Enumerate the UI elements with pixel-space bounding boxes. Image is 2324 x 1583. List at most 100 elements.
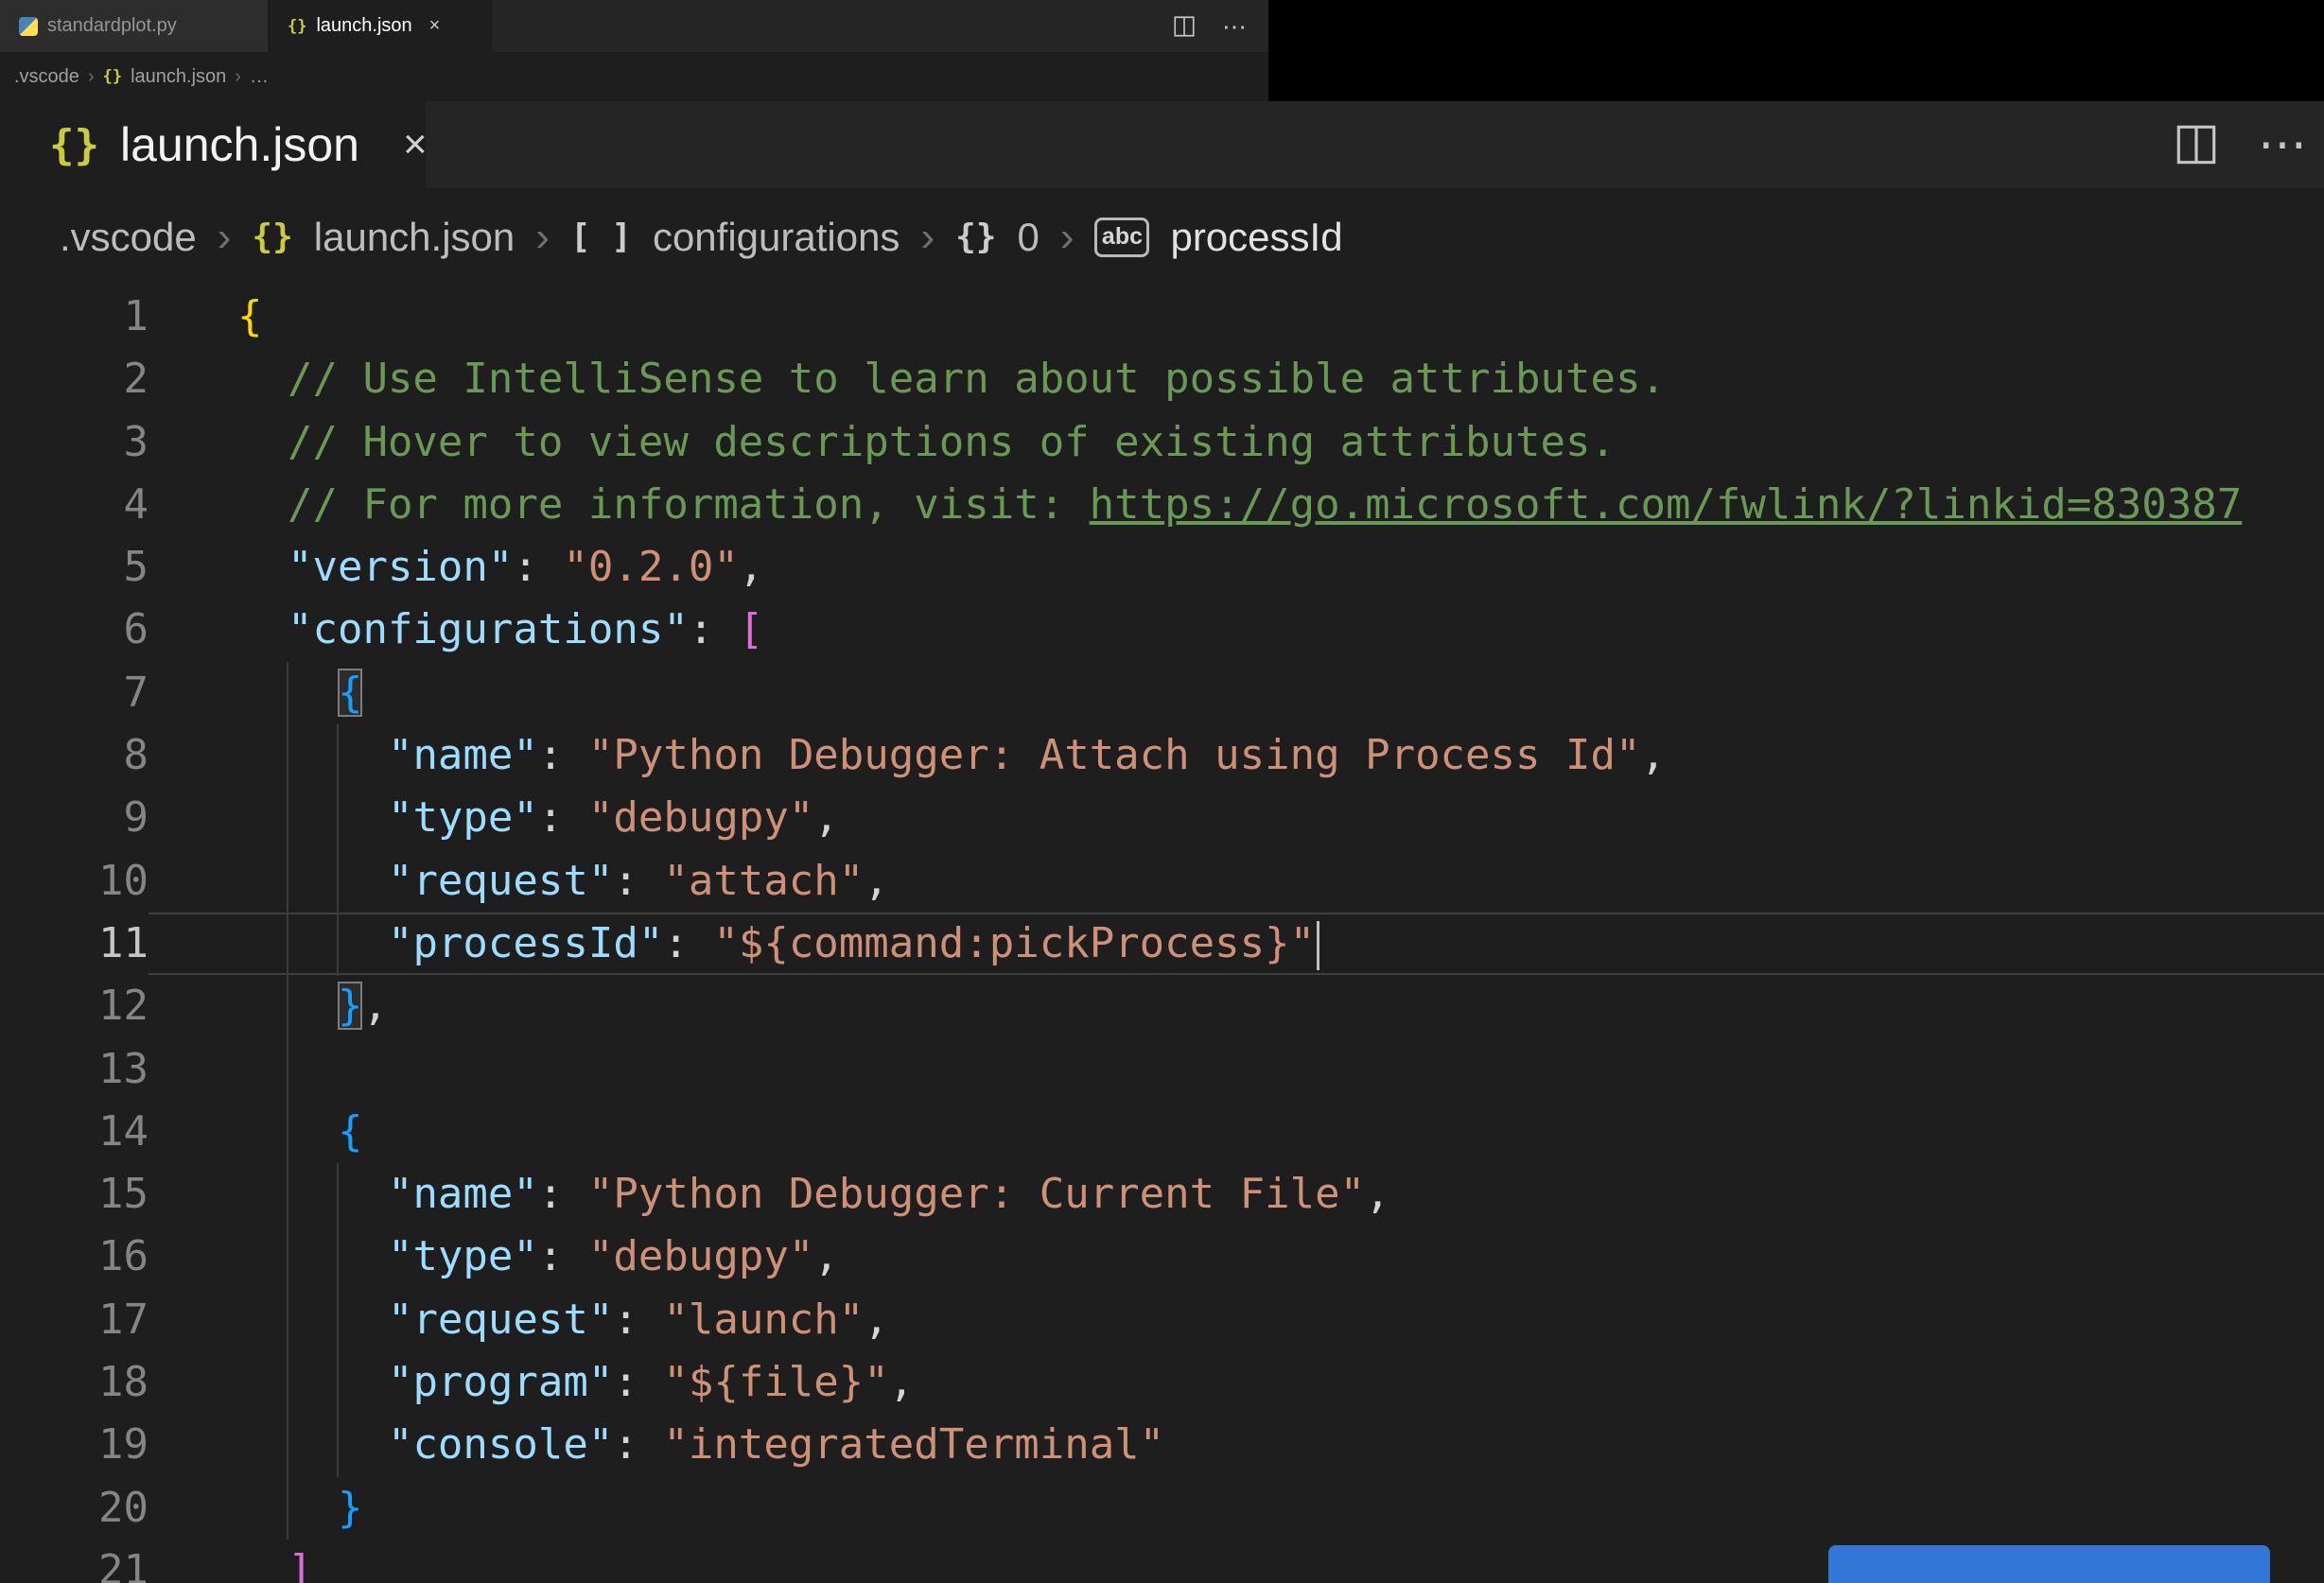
line-number[interactable]: 9 xyxy=(0,787,149,849)
breadcrumb-item-launch-json[interactable]: launch.json xyxy=(314,215,515,260)
code-text: "request": "attach", xyxy=(387,856,889,905)
array-symbol-icon: [ ] xyxy=(569,217,632,256)
code-text: // Use IntelliSense to learn about possi… xyxy=(287,355,1666,404)
tab-launch-json-large[interactable]: {} launch.json × xyxy=(0,101,428,188)
more-actions-icon[interactable]: ⋯ xyxy=(2258,120,2307,169)
tab-label: standardplot.py xyxy=(47,15,177,36)
split-editor-icon[interactable] xyxy=(1173,15,1196,38)
tab-launch-json[interactable]: {} launch.json × xyxy=(269,0,492,52)
code-text: "type": "debugpy", xyxy=(387,1232,839,1281)
code-text: } xyxy=(337,1483,363,1532)
object-symbol-icon: {} xyxy=(955,217,997,256)
code-line-17[interactable]: 17 "request": "launch", xyxy=(0,1289,2324,1351)
json-braces-icon: {} xyxy=(102,67,123,86)
editor-tab-bar: {} launch.json × ⋯ xyxy=(0,101,2324,188)
line-number[interactable]: 4 xyxy=(0,474,149,536)
code-text: "processId": "${command:pickProcess}" xyxy=(149,913,2324,975)
native-tab-bar: standardplot.py {} launch.json × xyxy=(0,0,1268,52)
empty-black-region xyxy=(1268,0,2324,101)
code-line-2[interactable]: 2 // Use IntelliSense to learn about pos… xyxy=(0,348,2324,410)
editor-actions: ⋯ xyxy=(2175,101,2307,188)
breadcrumb-item-vscode[interactable]: .vscode xyxy=(60,215,197,260)
split-editor-icon[interactable] xyxy=(2175,123,2218,166)
code-text xyxy=(149,1038,2324,1101)
chevron-right-icon: › xyxy=(87,65,95,87)
code-line-7[interactable]: 7 { xyxy=(0,662,2324,724)
code-text: "console": "integratedTerminal" xyxy=(387,1420,1165,1470)
line-number[interactable]: 21 xyxy=(0,1540,149,1583)
add-configuration-button[interactable] xyxy=(1828,1545,2270,1583)
line-number[interactable]: 20 xyxy=(0,1477,149,1540)
breadcrumb-item-configurations[interactable]: configurations xyxy=(653,215,900,260)
line-number[interactable]: 3 xyxy=(0,411,149,474)
code-line-1[interactable]: 1{ xyxy=(0,286,2324,348)
chevron-right-icon: › xyxy=(217,213,232,260)
code-line-10[interactable]: 10 "request": "attach", xyxy=(0,850,2324,913)
code-text: "request": "launch", xyxy=(387,1295,889,1344)
code-line-4[interactable]: 4 // For more information, visit: https:… xyxy=(0,474,2324,536)
code-text: "name": "Python Debugger: Attach using P… xyxy=(387,731,1666,780)
code-text: { xyxy=(337,1106,363,1156)
breadcrumb-item-vscode[interactable]: .vscode xyxy=(14,66,79,88)
close-icon[interactable]: × xyxy=(429,15,441,37)
code-line-19[interactable]: 19 "console": "integratedTerminal" xyxy=(0,1414,2324,1476)
line-number[interactable]: 2 xyxy=(0,348,149,410)
code-line-3[interactable]: 3 // Hover to view descriptions of exist… xyxy=(0,411,2324,474)
breadcrumb-item-processid[interactable]: processId xyxy=(1170,215,1342,260)
close-icon[interactable]: × xyxy=(403,121,428,168)
code-line-14[interactable]: 14 { xyxy=(0,1101,2324,1163)
chevron-right-icon: › xyxy=(920,213,935,260)
line-number[interactable]: 5 xyxy=(0,536,149,599)
chevron-right-icon: › xyxy=(1059,213,1075,260)
code-line-11[interactable]: 11 "processId": "${command:pickProcess}" xyxy=(0,912,2324,976)
code-line-15[interactable]: 15 "name": "Python Debugger: Current Fil… xyxy=(0,1163,2324,1226)
code-line-16[interactable]: 16 "type": "debugpy", xyxy=(0,1226,2324,1288)
vscode-window: standardplot.py {} launch.json × ⋯ .vsco… xyxy=(0,0,2324,1583)
code-line-6[interactable]: 6 "configurations": [ xyxy=(0,599,2324,661)
code-lines: 1{2 // Use IntelliSense to learn about p… xyxy=(0,286,2324,1583)
breadcrumb-item-0[interactable]: 0 xyxy=(1017,215,1039,260)
tab-label: launch.json xyxy=(119,118,359,171)
code-line-8[interactable]: 8 "name": "Python Debugger: Attach using… xyxy=(0,724,2324,787)
line-number[interactable]: 1 xyxy=(0,286,149,348)
code-text: // Hover to view descriptions of existin… xyxy=(287,417,1616,466)
line-number[interactable]: 11 xyxy=(0,913,149,975)
code-text: "version": "0.2.0", xyxy=(287,543,764,592)
code-line-12[interactable]: 12 }, xyxy=(0,975,2324,1037)
line-number[interactable]: 8 xyxy=(0,724,149,787)
line-number[interactable]: 18 xyxy=(0,1351,149,1414)
chevron-right-icon: › xyxy=(535,213,550,260)
native-breadcrumb: .vscode › {} launch.json › … xyxy=(0,52,1268,101)
code-line-13[interactable]: 13 xyxy=(0,1038,2324,1101)
line-number[interactable]: 15 xyxy=(0,1163,149,1226)
code-text: { xyxy=(337,668,363,717)
tab-label: launch.json xyxy=(316,15,412,36)
code-line-5[interactable]: 5 "version": "0.2.0", xyxy=(0,536,2324,599)
line-number[interactable]: 19 xyxy=(0,1414,149,1476)
json-braces-icon: {} xyxy=(49,120,99,169)
line-number[interactable]: 13 xyxy=(0,1038,149,1101)
code-text: }, xyxy=(337,982,388,1031)
text-cursor xyxy=(1317,920,1320,970)
code-text: "configurations": [ xyxy=(287,605,764,654)
code-line-9[interactable]: 9 "type": "debugpy", xyxy=(0,787,2324,849)
tab-standardplot-py[interactable]: standardplot.py xyxy=(0,0,269,52)
json-braces-icon: {} xyxy=(252,217,293,256)
line-number[interactable]: 10 xyxy=(0,850,149,913)
line-number[interactable]: 6 xyxy=(0,599,149,661)
code-text: // For more information, visit: https://… xyxy=(287,479,2243,529)
native-editor-actions: ⋯ xyxy=(1173,0,1247,52)
line-number[interactable]: 12 xyxy=(0,975,149,1037)
code-line-20[interactable]: 20 } xyxy=(0,1477,2324,1540)
code-text: "program": "${file}", xyxy=(387,1358,915,1407)
code-text: { xyxy=(237,292,263,340)
line-number[interactable]: 14 xyxy=(0,1101,149,1163)
code-text: "type": "debugpy", xyxy=(387,793,839,843)
line-number[interactable]: 16 xyxy=(0,1226,149,1288)
code-line-18[interactable]: 18 "program": "${file}", xyxy=(0,1351,2324,1414)
more-actions-icon[interactable]: ⋯ xyxy=(1222,14,1247,39)
line-number[interactable]: 17 xyxy=(0,1289,149,1351)
breadcrumb-item-launch-json[interactable]: launch.json xyxy=(131,66,226,88)
breadcrumb-item-ellipsis[interactable]: … xyxy=(250,66,269,88)
line-number[interactable]: 7 xyxy=(0,662,149,724)
